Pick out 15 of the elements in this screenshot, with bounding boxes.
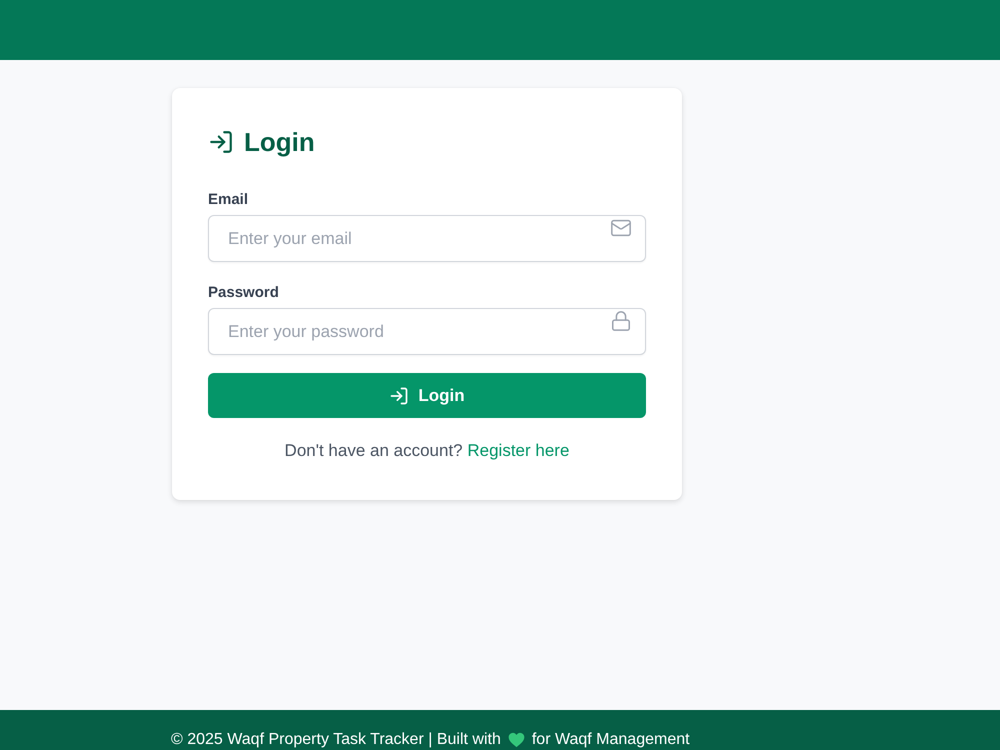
login-button[interactable]: Login: [208, 373, 646, 418]
login-icon: [389, 386, 410, 406]
field-label: Email: [208, 190, 250, 210]
register-prompt: Don't have an account? Register here: [284, 440, 570, 462]
envelope-icon: [610, 217, 632, 239]
login-icon: [208, 129, 234, 155]
footer-text: for Waqf Management: [532, 731, 690, 749]
field-label: Password: [208, 283, 280, 303]
password-field[interactable]: Enter your password: [208, 308, 646, 355]
card-title: Login: [244, 126, 315, 159]
email-field[interactable]: Enter your email: [208, 215, 646, 262]
register-link[interactable]: Register here: [467, 441, 570, 460]
lock-icon: [610, 310, 632, 332]
heart-icon: [508, 732, 525, 748]
footer-text: © 2025 Waqf Property Task Tracker | Built with: [171, 731, 501, 749]
